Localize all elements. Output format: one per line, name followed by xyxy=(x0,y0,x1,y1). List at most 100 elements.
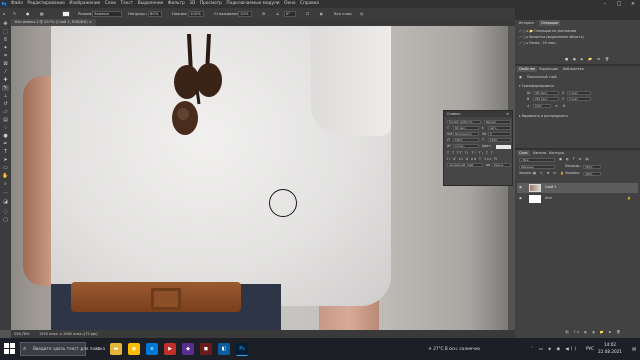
document-tab[interactable]: Без имени-1 @ 257% (Слой 1, RGB/8#) × xyxy=(11,19,96,26)
menu-item[interactable]: Подключаемые модули xyxy=(226,0,279,8)
foreground-background-colors-icon[interactable]: ◪ xyxy=(2,199,9,205)
app-purple-icon[interactable]: ◆ xyxy=(182,343,194,355)
tab-history[interactable]: История xyxy=(517,20,535,26)
layer-controls[interactable]: ⛓ fx ◐ ◑ 📁 ⊞ 🗑 xyxy=(565,330,622,335)
panel-menu-icon[interactable]: ≡ xyxy=(506,111,509,117)
close-tab-icon[interactable]: × xyxy=(89,20,92,24)
lasso-tool-icon[interactable]: ϐ xyxy=(2,37,9,43)
kind-filter-select[interactable]: ⌕ Вид xyxy=(519,158,555,162)
tracking-field[interactable]: 0 xyxy=(488,132,511,136)
screen-mode-icon[interactable]: ▢ xyxy=(2,217,9,223)
gradient-tool-icon[interactable]: ▤ xyxy=(2,117,9,123)
tab-libraries[interactable]: Библиотеки xyxy=(561,66,586,72)
layer-row-2[interactable]: ◉ Фон 🔒 xyxy=(517,194,638,204)
text-style-buttons[interactable]: T T TT Tr T¹ T₁ T T xyxy=(447,151,494,156)
visibility-eye-icon[interactable]: ◉ xyxy=(519,185,522,190)
layer-row-1[interactable]: ◉ Слой 1 xyxy=(517,183,638,193)
photoshop-taskbar-icon[interactable]: Ps xyxy=(236,343,248,356)
text-color-swatch[interactable] xyxy=(496,145,511,149)
zoom-level[interactable]: 256,78% xyxy=(14,330,30,338)
clock-date[interactable]: 22.08.2021 xyxy=(596,349,624,355)
app-darkred-icon[interactable]: ◼ xyxy=(200,343,212,355)
x-field[interactable]: 1 пикс. xyxy=(567,91,591,95)
quick-mask-icon[interactable]: ◌ xyxy=(2,209,9,215)
tab-channels[interactable]: Каналы xyxy=(531,150,548,156)
menu-item[interactable]: Текст xyxy=(120,0,133,8)
vertical-scale-field[interactable]: 100% xyxy=(453,138,479,142)
sample-all-layers-checkbox[interactable]: ☐ xyxy=(306,8,309,19)
height-field[interactable]: 239 пикс. xyxy=(533,97,559,101)
tab-layers[interactable]: Слои xyxy=(517,150,530,156)
tab-adjustments[interactable]: Коррекция xyxy=(537,66,560,72)
align-label[interactable]: ▸ Выровнять и распределить xyxy=(519,114,568,119)
opentype-buttons[interactable]: fi ♂ st A ad T 1st ½ xyxy=(447,157,498,162)
tray-icons[interactable]: ˄ ▭ ◈ ◉ ◀)) xyxy=(531,338,578,360)
hand-tool-icon[interactable]: ✋ xyxy=(2,173,9,179)
pressure-size-icon[interactable]: ◎ xyxy=(360,8,363,19)
brush-tool-icon[interactable]: ✎ xyxy=(2,85,9,91)
crop-tool-icon[interactable]: ⌗ xyxy=(2,53,9,59)
type-tool-icon[interactable]: T xyxy=(2,149,9,155)
font-style-select[interactable]: Regular xyxy=(484,120,511,124)
status-arrow-icon[interactable]: › xyxy=(83,330,84,338)
pen-tool-icon[interactable]: ✒ xyxy=(2,141,9,147)
language-select[interactable]: Английский: США xyxy=(447,163,483,167)
image-canvas[interactable] xyxy=(11,26,508,330)
fill-field[interactable]: 100% xyxy=(583,172,601,176)
rectangle-tool-icon[interactable]: ▭ xyxy=(2,165,9,171)
maximize-icon[interactable]: □ xyxy=(612,0,626,8)
move-tool-icon[interactable]: ✥ xyxy=(2,21,9,27)
frame-tool-icon[interactable]: ⊠ xyxy=(2,61,9,67)
app-blue-icon[interactable]: ◧ xyxy=(218,343,230,355)
menu-item[interactable]: Редактирование xyxy=(27,0,65,8)
app-red-icon[interactable]: ▶ xyxy=(164,343,176,355)
tab-actions[interactable]: Операции xyxy=(539,20,561,26)
blur-tool-icon[interactable]: ♢ xyxy=(2,125,9,131)
windows-start-icon[interactable] xyxy=(4,343,15,354)
menu-item[interactable]: Выделение xyxy=(138,0,164,8)
actions-controls[interactable]: ■ ● ▶ 📁 ⊞ 🗑 xyxy=(565,57,611,62)
minimize-icon[interactable]: – xyxy=(598,0,612,8)
y-field[interactable]: 2 пикс. xyxy=(567,97,591,101)
color-swatch[interactable] xyxy=(62,10,70,17)
close-icon[interactable]: × xyxy=(626,0,640,8)
eyedropper-tool-icon[interactable]: ⁄ xyxy=(2,69,9,75)
blend-mode-select[interactable]: Обычные xyxy=(519,165,555,169)
weather-widget[interactable]: ☀ 27°C В осн. солнечно xyxy=(428,338,480,360)
actions-item-3[interactable]: ✓ ▢ ▸ Рамка - 50 пикс. xyxy=(519,41,557,46)
actions-item-1[interactable]: ✓ ▢ ▸ 📁 Операции по умолчанию xyxy=(519,29,576,34)
tab-paths[interactable]: Контуры xyxy=(547,150,566,156)
font-family-select[interactable]: Franklin Gothic M... xyxy=(447,120,481,124)
clone-stamp-tool-icon[interactable]: ⊥ xyxy=(2,93,9,99)
menu-item[interactable]: Окно xyxy=(284,0,295,8)
more-tools-icon[interactable]: … xyxy=(2,189,9,195)
width-field[interactable]: 425 пикс. xyxy=(533,91,559,95)
taskbar-search-input[interactable]: Введите здесь текст для поиска xyxy=(20,342,105,356)
clock-time[interactable]: 14:02 xyxy=(596,342,624,348)
zoom-tool-icon[interactable]: ⌕ xyxy=(2,181,9,187)
antialias-select[interactable]: Резкое xyxy=(492,163,511,167)
menu-item[interactable]: Фильтр xyxy=(168,0,185,8)
flip-buttons[interactable]: ⇹ ⇅ xyxy=(555,104,567,109)
chrome-icon[interactable]: ◉ xyxy=(128,343,140,355)
horizontal-scale-field[interactable]: 100% xyxy=(488,138,511,142)
brush-size-icon[interactable]: ● xyxy=(26,8,29,19)
baseline-field[interactable]: 0 пикс. xyxy=(453,144,479,148)
all-layers-icon[interactable]: ◐ xyxy=(320,8,323,19)
dodge-tool-icon[interactable]: ● xyxy=(2,133,9,139)
visibility-eye-icon[interactable]: ◉ xyxy=(519,196,522,201)
menu-item[interactable]: Просмотр xyxy=(200,0,222,8)
path-select-tool-icon[interactable]: ➤ xyxy=(2,157,9,163)
brush-settings-icon[interactable]: ▦ xyxy=(40,8,44,19)
home-icon[interactable]: ⌂ xyxy=(3,8,5,19)
leading-field[interactable]: Авто xyxy=(488,126,511,130)
task-view-icon[interactable]: ▭ xyxy=(92,343,104,355)
gear-icon[interactable]: ⚙ xyxy=(262,8,265,19)
marquee-tool-icon[interactable]: ⬚ xyxy=(2,29,9,35)
actions-item-2[interactable]: ✓ ▢ ▸ Виньетка (выделенная область) xyxy=(519,35,584,40)
kerning-field[interactable]: Метрически xyxy=(453,132,479,136)
quick-select-tool-icon[interactable]: ✦ xyxy=(2,45,9,51)
layer-filter-buttons[interactable]: ▣ ◐ T ⊡ ▤ xyxy=(559,157,590,162)
transform-label[interactable]: ▾ Трансформировать xyxy=(519,84,554,89)
tab-properties[interactable]: Свойства xyxy=(517,66,538,72)
